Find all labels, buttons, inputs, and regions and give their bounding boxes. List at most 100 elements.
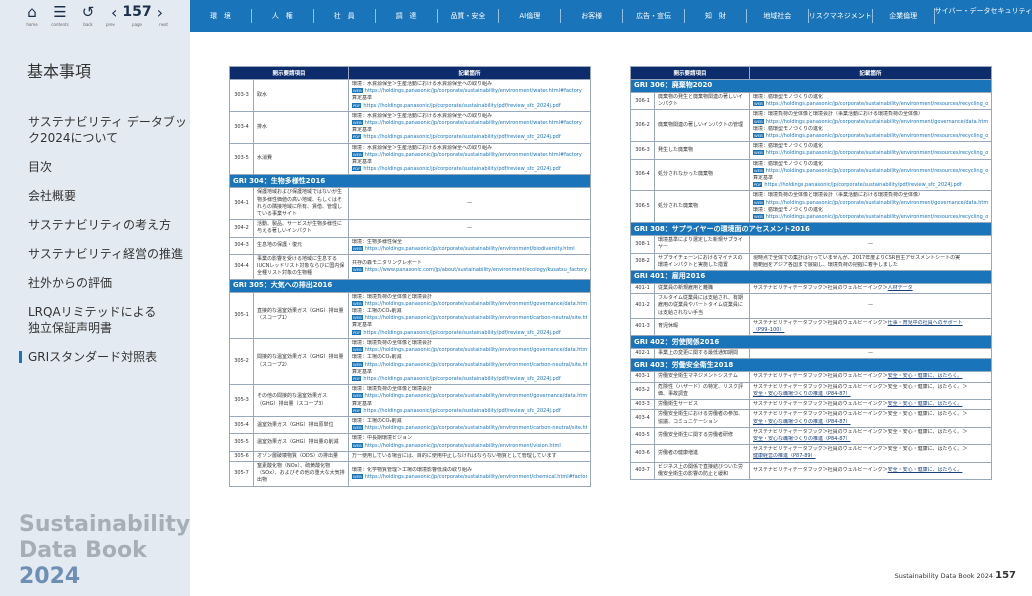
disclosure-item: 処分された廃棄物 [653, 190, 751, 224]
category-tab[interactable]: サイバー・データセキュリティ [933, 8, 1032, 24]
disclosure-item: 発生した廃棄物 [653, 141, 751, 160]
disclosure-code: 303-3 [229, 79, 254, 112]
link-url: https://holdings.panasonic/jp/corporate/… [364, 473, 587, 480]
location-text: サステナビリティデータブック＞社員のウェルビーイング＞安全・安心・健康に、はたら… [753, 411, 968, 418]
pdf-link[interactable]: PDF https://holdings.panasonic/jp/corpora… [352, 329, 587, 337]
disclosure-code: 401-1 [630, 283, 655, 295]
section-title: GRI 305：大気への排出2016 [229, 278, 591, 293]
web-link[interactable]: WEB https://holdings.panasonic/jp/corpora… [352, 88, 587, 95]
sidebar-item[interactable]: GRIスタンダード対照表 [19, 349, 188, 365]
web-link[interactable]: WEB https://holdings.panasonic/jp/corpora… [352, 473, 587, 481]
page-number[interactable]: 157 [122, 3, 151, 22]
page-link[interactable]: 人材データ [888, 285, 913, 291]
web-icon: WEB [352, 151, 363, 157]
footer-page-number: 157 [995, 570, 1016, 581]
page-link[interactable]: 安全・安心・健康に、はたらく。 [888, 467, 963, 473]
web-link[interactable]: WEB https://holdings.panasonic/jp/corpora… [753, 150, 988, 157]
back-button[interactable]: ↺ back [74, 3, 102, 32]
link-url: https://holdings.panasonic/jp/corporate/… [765, 150, 988, 157]
web-link[interactable]: WEB https://holdings.panasonic/jp/corpora… [753, 167, 988, 175]
web-link[interactable]: WEB https://holdings.panasonic/jp/corpora… [352, 245, 587, 253]
page-link[interactable]: 安全・安心・健康に、はたらく。 [888, 401, 963, 407]
category-tab[interactable]: AI倫理 [498, 9, 560, 23]
web-link[interactable]: WEB https://holdings.panasonic/jp/corpora… [753, 214, 988, 221]
web-link[interactable]: WEB https://holdings.panasonic/jp/corpora… [352, 361, 587, 369]
web-link[interactable]: WEB https://www.panasonic.com/jp/about/su… [352, 266, 587, 274]
category-tab[interactable]: リスクマネジメント [807, 9, 872, 23]
location-text: 共存の森モニタリングレポート [352, 259, 423, 266]
disclosure-location: サステナビリティデータブック＞社員のウェルビーイング＞安全・安心・健康に、はたら… [749, 409, 992, 428]
disclosure-code: 305-6 [229, 450, 254, 462]
web-link[interactable]: WEB https://holdings.panasonic/jp/corpora… [753, 118, 988, 126]
sidebar-item[interactable]: 目次 [28, 159, 188, 175]
category-tab[interactable]: 知 財 [684, 9, 746, 23]
link-url: https://holdings.panasonic/jp/corporate/… [363, 329, 561, 336]
sidebar-title: 基本事項 [27, 62, 92, 81]
disclosure-item: 直接的な温室効果ガス（GHG）排出量（スコープ1） [252, 291, 350, 339]
contents-button[interactable]: ☰ contents [46, 3, 74, 32]
category-tab[interactable]: 地域社会 [745, 9, 808, 23]
category-tab[interactable]: お客様 [560, 9, 622, 23]
pdf-link[interactable]: PDF https://holdings.panasonic/jp/corpora… [352, 375, 587, 383]
location-text: 施範囲をアジア各国まで展開し、環境負荷の把握に着手しました [753, 261, 898, 268]
page-link[interactable]: 安全・安心な職場づくりの推進（P84-87） [753, 436, 851, 442]
link-url: https://holdings.panasonic/jp/corporate/… [765, 101, 988, 108]
category-tab[interactable]: 品質・安全 [436, 9, 499, 23]
table-row: 305-2 間接的な温室効果ガス（GHG）排出量（スコープ2） 環境：環境負荷の全体… [229, 337, 591, 386]
home-button[interactable]: ⌂ home [18, 3, 46, 32]
web-link[interactable]: WEB https://holdings.panasonic/jp/corpora… [753, 133, 988, 140]
link-url: https://holdings.panasonic/jp/corporate/… [364, 347, 587, 354]
pdf-link[interactable]: PDF https://holdings.panasonic/jp/corpora… [352, 166, 587, 173]
page-link[interactable]: 安全・安心・健康に、はたらく。 [888, 373, 963, 379]
web-link[interactable]: WEB https://holdings.panasonic/jp/corpora… [753, 199, 988, 207]
web-icon: WEB [753, 118, 764, 124]
page-link[interactable]: 健康経営の推進（P87-89） [753, 453, 816, 459]
disclosure-item: 生息地の保護・復元 [252, 236, 350, 256]
web-link[interactable]: WEB https://holdings.panasonic/jp/corpora… [352, 347, 587, 354]
section-title: GRI 308：サプライヤーの環境面のアセスメント2016 [630, 222, 992, 237]
location-text-line: 算定基準 [753, 175, 988, 182]
prev-page-button[interactable]: ‹ [111, 3, 117, 22]
category-tab[interactable]: 調 達 [374, 9, 437, 23]
section-title: GRI 401：雇用2016 [630, 270, 992, 285]
pdf-link[interactable]: PDF https://holdings.panasonic/jp/corpora… [352, 134, 587, 141]
web-link[interactable]: WEB https://holdings.panasonic/jp/corpora… [352, 151, 587, 159]
page-link[interactable]: 仕事・育児中の社員へのサポート [888, 320, 963, 326]
category-tab[interactable]: 広告・宣伝 [622, 9, 684, 23]
sidebar-item[interactable]: 社外からの評価 [28, 275, 188, 291]
pdf-link[interactable]: PDF https://holdings.panasonic/jp/corpora… [352, 407, 587, 415]
web-link[interactable]: WEB https://holdings.panasonic/jp/corpora… [352, 300, 587, 308]
next-page-button[interactable]: › [157, 3, 163, 22]
sidebar-item[interactable]: サステナビリティ データブック2024について [28, 114, 188, 146]
pdf-link[interactable]: PDF https://holdings.panasonic/jp/corpora… [352, 102, 587, 110]
category-tab[interactable]: 社 員 [312, 9, 375, 23]
link-url: https://holdings.panasonic/jp/corporate/… [363, 134, 561, 141]
category-tab[interactable]: 環 境 [190, 9, 251, 23]
table-row: 403-7 ビジネス上の関係で直接結びついた労働安全衛生の影響の防止と緩和 サステナ… [630, 461, 992, 480]
page-link[interactable]: 安全・安心な職場づくりの推進（P84-87） [753, 419, 851, 425]
category-tab[interactable]: 人 権 [250, 9, 313, 23]
web-link[interactable]: WEB https://holdings.panasonic/jp/corpora… [352, 315, 587, 322]
category-tab[interactable]: 企業倫理 [871, 9, 934, 23]
page-link[interactable]: （P99–100） [753, 327, 784, 333]
sidebar-item[interactable]: サステナビリティの考え方 [28, 217, 188, 233]
web-link[interactable]: WEB https://holdings.panasonic/jp/corpora… [352, 120, 587, 127]
disclosure-item: 環境基準により選定した新規サプライヤー [653, 235, 751, 254]
web-link[interactable]: WEB https://holdings.panasonic/jp/corpora… [352, 393, 587, 400]
disclosure-item: サプライチェーンにおけるマイナスの環境インパクトと実施した措置 [653, 252, 751, 272]
table-row: 305-3 その他の間接的な温室効果ガス（GHG）排出量（スコープ3） 環境：環境負… [229, 384, 591, 417]
web-link[interactable]: WEB https://holdings.panasonic/jp/corpora… [753, 101, 988, 108]
sidebar-item[interactable]: サステナビリティ経営の推進 [28, 246, 188, 262]
location-text-line: 安全・安心な職場づくりの推進（P84-87） [753, 436, 988, 443]
location-text: 算定基準 [352, 127, 373, 134]
sidebar-item[interactable]: LRQAリミテッドによる独立保証声明書 [28, 304, 168, 336]
pdf-icon: PDF [352, 407, 362, 413]
pdf-link[interactable]: PDF https://holdings.panasonic/jp/corpora… [753, 182, 988, 189]
page-link[interactable]: 安全・安心な職場づくりの推進（P84-87） [753, 391, 851, 397]
sidebar-item[interactable]: 会社概要 [28, 188, 188, 204]
location-text: 環境：水資源保全＞生産活動における水資源保全への取り組み [352, 144, 493, 151]
web-link[interactable]: WEB https://holdings.panasonic/jp/corpora… [352, 442, 587, 450]
disclosure-item: フルタイム従業員には支給され、有期雇用の従業員やパートタイム従業員には支給されな… [653, 293, 751, 319]
location-text: サステナビリティデータブック＞社員のウェルビーイング＞安全・安心・健康に、はたら… [753, 428, 968, 435]
web-link[interactable]: WEB https://holdings.panasonic/jp/corpora… [352, 425, 587, 432]
